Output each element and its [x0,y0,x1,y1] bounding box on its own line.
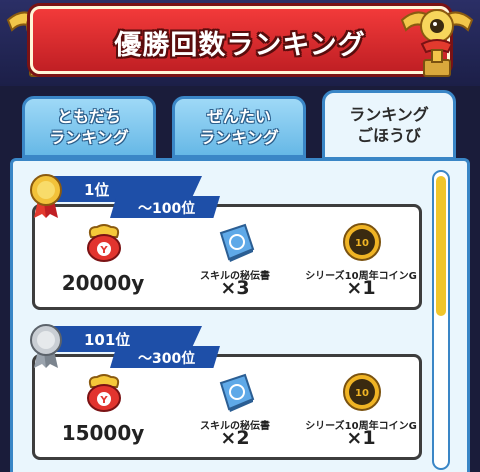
header: 優勝回数ランキング [0,0,480,86]
tab-label: ともだち ランキング [49,107,129,147]
reward-box: Y 20000y スキルの秘伝書 ×3 10 シリーズ10周年コインG ×1 [32,204,422,310]
skill-book-icon [219,223,255,262]
reward-amount: 15000y [61,421,145,445]
svg-text:10: 10 [355,238,369,249]
reward-item: スキルの秘伝書 ×3 [175,221,295,309]
reward-tier: Y 15000y スキルの秘伝書 ×2 10 シリーズ10周年コインG ×1 1… [22,322,432,472]
reward-money: Y 15000y [43,371,163,459]
reward-box: Y 15000y スキルの秘伝書 ×2 10 シリーズ10周年コインG ×1 [32,354,422,460]
tab-label: ぜんたい ランキング [199,107,279,147]
reward-amount: ×2 [220,427,250,449]
reward-amount: 20000y [61,271,145,295]
svg-text:Y: Y [99,245,108,256]
reward-item: 10 シリーズ10周年コインG ×1 [301,221,421,309]
reward-item: 10 シリーズ10周年コインG ×1 [301,371,421,459]
money-pouch-icon: Y [87,224,121,262]
anniversary-coin-icon: 10 [343,373,381,411]
tab-bar: ともだち ランキング ぜんたい ランキング ランキング ごほうび [0,90,480,160]
rank-label: 1位 [84,181,110,199]
tab-ranking-rewards[interactable]: ランキング ごほうび [322,90,456,160]
trophy-icon [400,9,474,77]
tab-friends-ranking[interactable]: ともだち ランキング [22,96,156,158]
reward-tier: Y 20000y スキルの秘伝書 ×3 10 シリーズ10周年コインG ×1 1… [22,172,432,312]
reward-amount: ×1 [346,277,376,299]
svg-text:Y: Y [99,395,108,406]
tab-overall-ranking[interactable]: ぜんたい ランキング [172,96,306,158]
range-label: ～300位 [138,351,196,367]
skill-book-icon [219,373,255,412]
title-banner: 優勝回数ランキング [30,6,450,74]
range-ribbon: ～300位 [110,346,220,368]
reward-amount: ×3 [220,277,250,299]
gold-medal-icon [30,174,62,218]
reward-amount: ×1 [346,427,376,449]
reward-item: スキルの秘伝書 ×2 [175,371,295,459]
reward-money: Y 20000y [43,221,163,309]
silver-medal-icon [30,324,62,368]
svg-text:10: 10 [355,388,369,399]
tab-label: ランキング ごほうび [349,105,429,145]
range-label: ～100位 [138,201,196,217]
scroll-thumb[interactable] [436,176,446,316]
range-ribbon: ～100位 [110,196,220,218]
scrollbar[interactable] [432,170,450,470]
page-title: 優勝回数ランキング [114,30,366,61]
money-pouch-icon: Y [87,374,121,412]
anniversary-coin-icon: 10 [343,223,381,261]
